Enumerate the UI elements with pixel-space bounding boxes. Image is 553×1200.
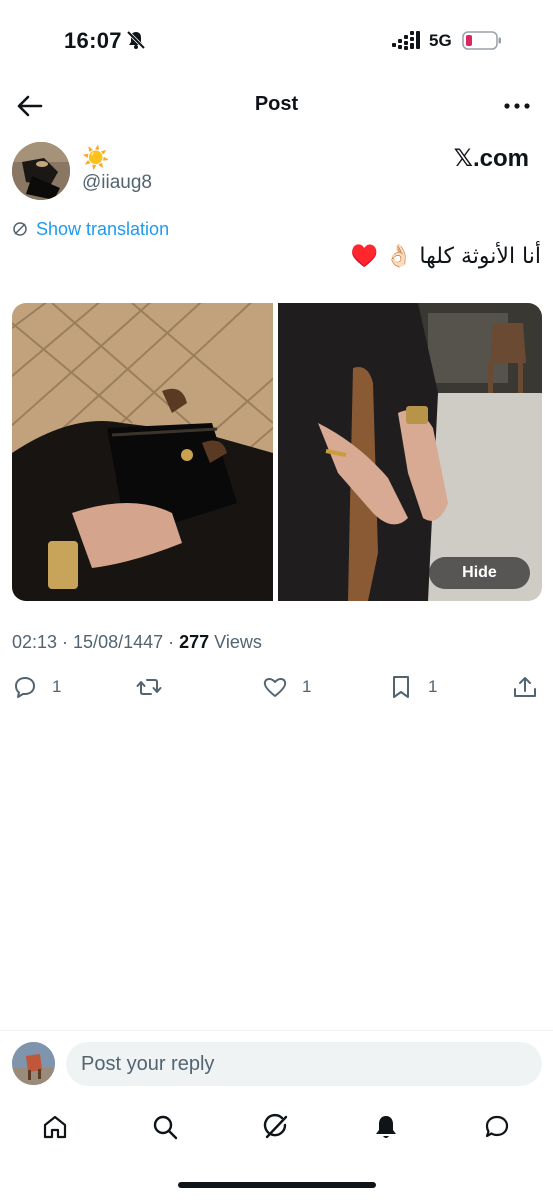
post-actions: 1 1 1 [0, 672, 553, 702]
tab-messages[interactable] [480, 1110, 514, 1144]
more-options-button[interactable] [501, 92, 533, 120]
heart-icon [263, 678, 287, 697]
display-name-emoji: ☀️ [82, 145, 110, 170]
like-count: 1 [302, 677, 312, 696]
bookmark-button[interactable]: 1 [388, 672, 437, 702]
home-indicator [178, 1182, 376, 1188]
bell-off-icon [126, 30, 146, 50]
media-photo-1[interactable] [12, 303, 273, 601]
repost-icon [136, 679, 162, 695]
views-label: Views [209, 632, 262, 652]
author-handle[interactable]: @iiaug8 [82, 172, 152, 194]
post-timestamp: 02:13 · 15/08/1447 · [12, 632, 180, 652]
tweet-text: أنا الأنوثة كلها 👌🏻 ♥️ [350, 244, 541, 269]
views-count: 277 [179, 632, 210, 652]
network-label: 5G [429, 31, 452, 50]
post-header: Post [0, 80, 553, 132]
avatar-image [12, 142, 70, 200]
bottom-tab-bar [0, 1104, 553, 1150]
bell-icon [376, 1116, 396, 1138]
repost-button[interactable] [136, 672, 162, 702]
status-bar: 16:07 5G [0, 0, 553, 80]
chat-icon [485, 1115, 509, 1138]
media-grid: Hide [12, 303, 542, 601]
user-avatar[interactable] [12, 1042, 55, 1085]
share-button[interactable] [512, 672, 538, 702]
tab-notifications[interactable] [369, 1110, 403, 1144]
user-avatar-image [12, 1042, 55, 1085]
photo-handbag-image [12, 303, 273, 601]
tab-home[interactable] [38, 1110, 72, 1144]
search-icon [153, 1115, 178, 1140]
post-meta: 02:13 · 15/08/1447 · 277 Views [12, 632, 262, 653]
grok-icon [263, 1113, 288, 1139]
hide-media-button[interactable]: Hide [429, 557, 530, 589]
home-icon [43, 1115, 67, 1139]
divider [0, 1030, 553, 1031]
media-photo-2[interactable]: Hide [278, 303, 542, 601]
reply-input[interactable] [66, 1042, 542, 1086]
bookmark-icon [393, 676, 409, 698]
more-horizontal-icon [504, 103, 530, 109]
translate-icon [13, 222, 27, 236]
show-translation-label: Show translation [36, 218, 170, 239]
reply-count: 1 [52, 677, 62, 696]
author-avatar[interactable] [12, 142, 70, 200]
show-translation-link[interactable]: Show translation [12, 217, 169, 241]
bookmark-count: 1 [428, 677, 438, 696]
reply-button[interactable]: 1 [12, 672, 61, 702]
share-icon [514, 677, 536, 697]
tab-grok[interactable] [259, 1110, 293, 1144]
battery-icon [462, 31, 501, 50]
tab-search[interactable] [148, 1110, 182, 1144]
signal-icon [392, 31, 420, 50]
like-button[interactable]: 1 [262, 672, 311, 702]
status-time: 16:07 [64, 28, 122, 53]
page-title: Post [254, 93, 299, 115]
source-label: 𝕏.com [453, 145, 529, 172]
reply-icon [15, 677, 35, 698]
